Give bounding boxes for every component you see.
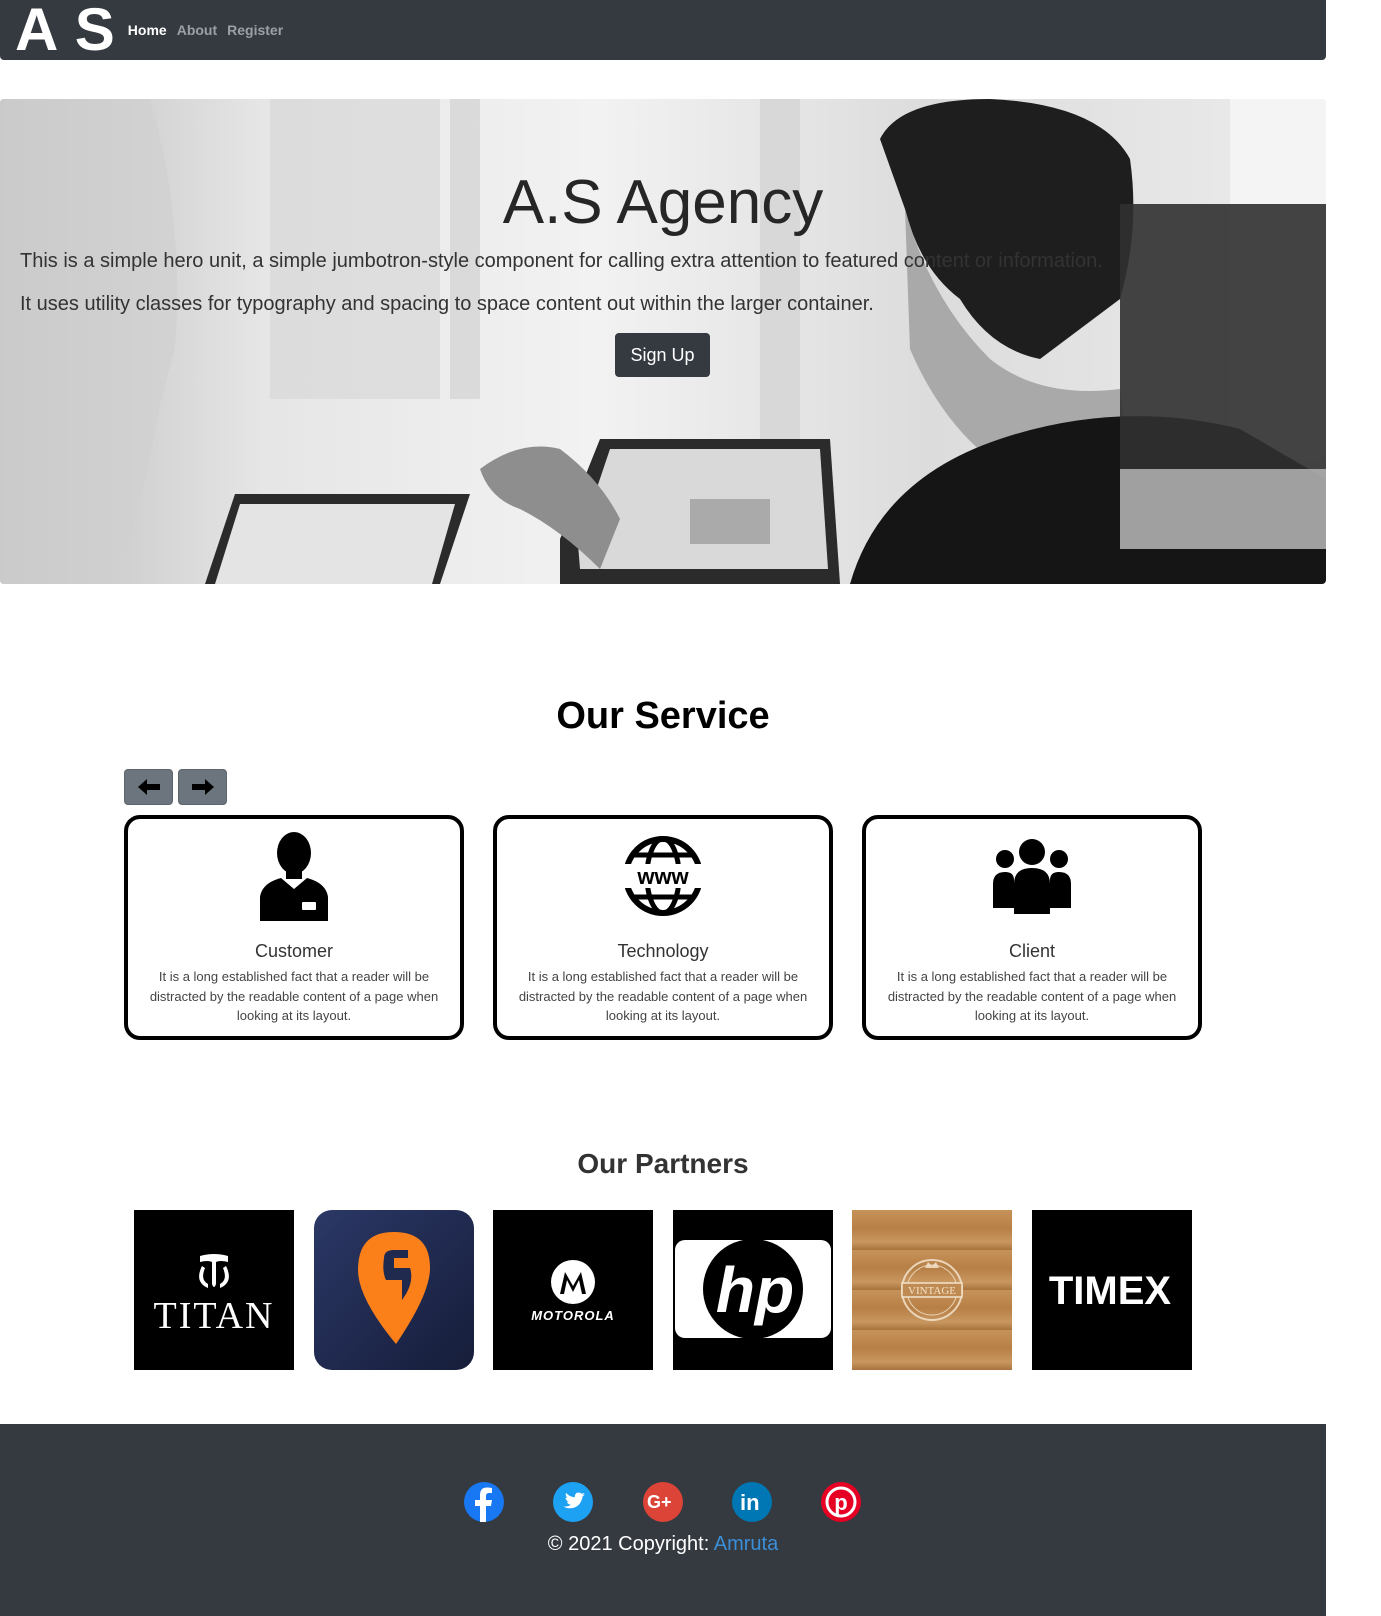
svg-text:in: in bbox=[740, 1491, 760, 1513]
service-card-customer: Customer It is a long established fact t… bbox=[124, 815, 464, 1040]
footer: G+ in p © 2021 Copyright: Amruta bbox=[0, 1424, 1326, 1616]
svg-text:MOTOROLA: MOTOROLA bbox=[531, 1308, 615, 1323]
svg-text:www: www bbox=[636, 864, 689, 889]
twitter-link[interactable] bbox=[553, 1482, 593, 1522]
service-card-technology: www Technology It is a long established … bbox=[493, 815, 833, 1040]
svg-text:hp: hp bbox=[716, 1254, 794, 1326]
hero-title: A.S Agency bbox=[502, 168, 824, 237]
svg-text:VINTAGE: VINTAGE bbox=[908, 1285, 956, 1297]
partner-logo-hp: hp bbox=[673, 1210, 833, 1370]
svg-text:TIMEX: TIMEX bbox=[1049, 1269, 1172, 1313]
carousel-next-button[interactable] bbox=[178, 769, 227, 805]
www-globe-icon: www bbox=[618, 831, 708, 921]
customer-icon bbox=[249, 831, 339, 921]
nav-link-register[interactable]: Register bbox=[227, 22, 283, 38]
service-card-title: Technology bbox=[617, 941, 709, 961]
nav-link-home[interactable]: Home bbox=[128, 22, 167, 38]
pinterest-link[interactable]: p bbox=[821, 1482, 861, 1522]
partner-logo-motorola: MOTOROLA bbox=[493, 1210, 653, 1370]
svg-text:p: p bbox=[834, 1490, 847, 1515]
service-card-description: It is a long established fact that a rea… bbox=[518, 969, 808, 1023]
partners-title: Our Partners bbox=[577, 1148, 749, 1179]
service-card-description: It is a long established fact that a rea… bbox=[887, 969, 1177, 1023]
facebook-icon bbox=[475, 1487, 492, 1522]
services-title: Our Service bbox=[556, 695, 770, 737]
nav-links: Home About Register bbox=[128, 22, 293, 38]
google-plus-icon: G+ bbox=[647, 1492, 672, 1512]
linkedin-link[interactable]: in bbox=[732, 1482, 772, 1522]
copyright-text: © 2021 Copyright: Amruta bbox=[0, 1533, 1326, 1556]
brand-logo[interactable]: A S bbox=[15, 0, 116, 60]
linkedin-icon: in bbox=[740, 1491, 760, 1513]
group-icon bbox=[987, 831, 1077, 921]
navbar: A S Home About Register bbox=[0, 0, 1326, 60]
carousel-prev-button[interactable] bbox=[124, 769, 173, 805]
pinterest-icon: p bbox=[825, 1486, 857, 1518]
service-card-client: Client It is a long established fact tha… bbox=[862, 815, 1202, 1040]
hero-lead-1: This is a simple hero unit, a simple jum… bbox=[20, 250, 1103, 272]
hero-lead-2: It uses utility classes for typography a… bbox=[20, 293, 874, 315]
copyright-label: © 2021 Copyright: bbox=[547, 1533, 714, 1555]
arrow-right-icon bbox=[191, 779, 214, 795]
facebook-link[interactable] bbox=[464, 1482, 504, 1522]
partner-logo-titan: TITAN bbox=[134, 1210, 294, 1370]
service-card-title: Client bbox=[1008, 941, 1056, 961]
partner-logo-timex: TIMEX bbox=[1032, 1210, 1192, 1370]
partner-logo-swiggy bbox=[314, 1210, 474, 1370]
hero-section: A.S Agency This is a simple hero unit, a… bbox=[0, 99, 1326, 584]
service-card-title: Customer bbox=[254, 941, 334, 961]
nav-link-about[interactable]: About bbox=[177, 22, 217, 38]
google-plus-link[interactable]: G+ bbox=[643, 1482, 683, 1522]
partner-logo-vintage: VINTAGE bbox=[852, 1210, 1012, 1370]
twitter-icon bbox=[563, 1492, 585, 1509]
svg-text:TITAN: TITAN bbox=[154, 1295, 275, 1337]
signup-button[interactable]: Sign Up bbox=[615, 333, 710, 377]
arrow-left-icon bbox=[137, 779, 160, 795]
author-link[interactable]: Amruta bbox=[714, 1533, 778, 1555]
service-card-description: It is a long established fact that a rea… bbox=[149, 969, 439, 1023]
svg-text:G+: G+ bbox=[647, 1492, 672, 1512]
